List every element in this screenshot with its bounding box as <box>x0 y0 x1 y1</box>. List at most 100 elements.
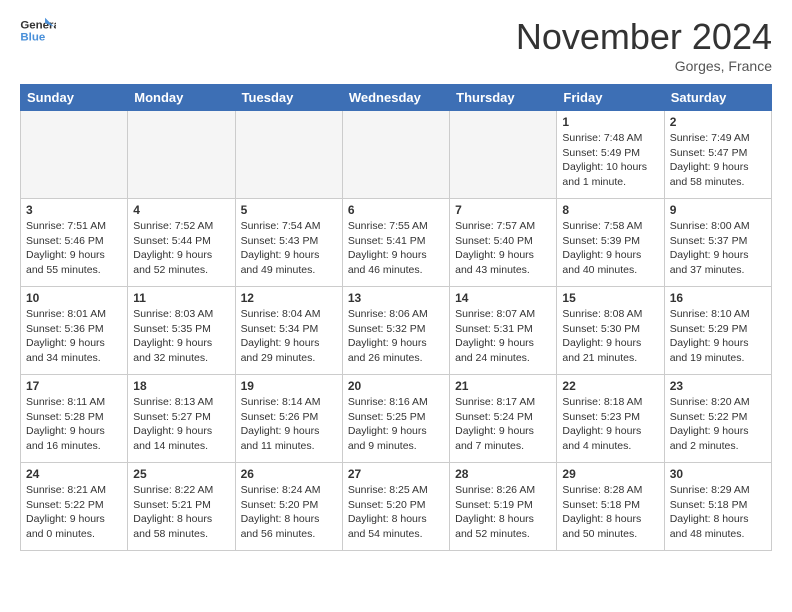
day-detail: Sunrise: 8:22 AM Sunset: 5:21 PM Dayligh… <box>133 483 229 542</box>
calendar-day-cell: 10 Sunrise: 8:01 AM Sunset: 5:36 PM Dayli… <box>21 287 128 375</box>
calendar-day-cell: 12 Sunrise: 8:04 AM Sunset: 5:34 PM Dayli… <box>235 287 342 375</box>
day-number: 17 <box>26 379 122 393</box>
logo: General Blue <box>20 16 56 46</box>
calendar-day-header: Wednesday <box>342 85 449 111</box>
day-detail: Sunrise: 8:20 AM Sunset: 5:22 PM Dayligh… <box>670 395 766 454</box>
calendar-day-cell: 20Sunrise: 8:16 AM Sunset: 5:25 PM Dayli… <box>342 375 449 463</box>
calendar-day-cell: 21 Sunrise: 8:17 AM Sunset: 5:24 PM Dayli… <box>450 375 557 463</box>
day-detail: Sunrise: 8:03 AM Sunset: 5:35 PM Dayligh… <box>133 307 229 366</box>
day-detail: Sunrise: 7:57 AM Sunset: 5:40 PM Dayligh… <box>455 219 551 278</box>
calendar-day-cell: 4 Sunrise: 7:52 AM Sunset: 5:44 PM Daylig… <box>128 199 235 287</box>
day-detail: Sunrise: 8:11 AM Sunset: 5:28 PM Dayligh… <box>26 395 122 454</box>
day-number: 12 <box>241 291 337 305</box>
day-detail: Sunrise: 8:17 AM Sunset: 5:24 PM Dayligh… <box>455 395 551 454</box>
day-number: 30 <box>670 467 766 481</box>
calendar-day-header: Friday <box>557 85 664 111</box>
day-detail: Sunrise: 8:28 AM Sunset: 5:18 PM Dayligh… <box>562 483 658 542</box>
calendar-day-cell: 9Sunrise: 8:00 AM Sunset: 5:37 PM Daylig… <box>664 199 771 287</box>
day-detail: Sunrise: 8:26 AM Sunset: 5:19 PM Dayligh… <box>455 483 551 542</box>
calendar-day-cell: 30 Sunrise: 8:29 AM Sunset: 5:18 PM Dayli… <box>664 463 771 551</box>
day-number: 10 <box>26 291 122 305</box>
day-number: 16 <box>670 291 766 305</box>
calendar-day-cell: 7 Sunrise: 7:57 AM Sunset: 5:40 PM Daylig… <box>450 199 557 287</box>
header: General Blue November 2024 Gorges, Franc… <box>20 16 772 74</box>
calendar-week-row: 1 Sunrise: 7:48 AM Sunset: 5:49 PM Daylig… <box>21 111 772 199</box>
day-detail: Sunrise: 8:14 AM Sunset: 5:26 PM Dayligh… <box>241 395 337 454</box>
calendar-day-cell: 27Sunrise: 8:25 AM Sunset: 5:20 PM Dayli… <box>342 463 449 551</box>
calendar-day-cell <box>450 111 557 199</box>
calendar-day-cell: 3Sunrise: 7:51 AM Sunset: 5:46 PM Daylig… <box>21 199 128 287</box>
day-number: 3 <box>26 203 122 217</box>
calendar-week-row: 24 Sunrise: 8:21 AM Sunset: 5:22 PM Dayli… <box>21 463 772 551</box>
calendar-day-cell: 11 Sunrise: 8:03 AM Sunset: 5:35 PM Dayli… <box>128 287 235 375</box>
calendar-day-cell: 17 Sunrise: 8:11 AM Sunset: 5:28 PM Dayli… <box>21 375 128 463</box>
day-number: 18 <box>133 379 229 393</box>
calendar-day-cell: 25 Sunrise: 8:22 AM Sunset: 5:21 PM Dayli… <box>128 463 235 551</box>
day-number: 1 <box>562 115 658 129</box>
title-section: November 2024 Gorges, France <box>516 16 772 74</box>
calendar-day-cell: 1 Sunrise: 7:48 AM Sunset: 5:49 PM Daylig… <box>557 111 664 199</box>
day-number: 29 <box>562 467 658 481</box>
svg-text:General: General <box>20 19 56 31</box>
logo-icon: General Blue <box>20 16 56 46</box>
calendar-day-header: Sunday <box>21 85 128 111</box>
day-number: 7 <box>455 203 551 217</box>
day-number: 23 <box>670 379 766 393</box>
day-number: 25 <box>133 467 229 481</box>
location: Gorges, France <box>516 58 772 74</box>
calendar-day-cell: 24 Sunrise: 8:21 AM Sunset: 5:22 PM Dayli… <box>21 463 128 551</box>
calendar-day-cell <box>235 111 342 199</box>
day-detail: Sunrise: 8:01 AM Sunset: 5:36 PM Dayligh… <box>26 307 122 366</box>
day-number: 5 <box>241 203 337 217</box>
calendar-day-cell <box>21 111 128 199</box>
day-detail: Sunrise: 8:10 AM Sunset: 5:29 PM Dayligh… <box>670 307 766 366</box>
day-detail: Sunrise: 7:48 AM Sunset: 5:49 PM Dayligh… <box>562 131 658 190</box>
day-detail: Sunrise: 8:21 AM Sunset: 5:22 PM Dayligh… <box>26 483 122 542</box>
day-detail: Sunrise: 7:58 AM Sunset: 5:39 PM Dayligh… <box>562 219 658 278</box>
day-number: 24 <box>26 467 122 481</box>
calendar-day-cell: 29 Sunrise: 8:28 AM Sunset: 5:18 PM Dayli… <box>557 463 664 551</box>
day-number: 15 <box>562 291 658 305</box>
day-number: 14 <box>455 291 551 305</box>
day-number: 28 <box>455 467 551 481</box>
calendar-day-header: Saturday <box>664 85 771 111</box>
day-number: 26 <box>241 467 337 481</box>
day-detail: Sunrise: 7:52 AM Sunset: 5:44 PM Dayligh… <box>133 219 229 278</box>
calendar-day-cell: 2Sunrise: 7:49 AM Sunset: 5:47 PM Daylig… <box>664 111 771 199</box>
day-number: 27 <box>348 467 444 481</box>
day-detail: Sunrise: 8:13 AM Sunset: 5:27 PM Dayligh… <box>133 395 229 454</box>
day-detail: Sunrise: 8:16 AM Sunset: 5:25 PM Dayligh… <box>348 395 444 454</box>
calendar-day-cell: 28 Sunrise: 8:26 AM Sunset: 5:19 PM Dayli… <box>450 463 557 551</box>
month-title: November 2024 <box>516 16 772 58</box>
day-detail: Sunrise: 8:07 AM Sunset: 5:31 PM Dayligh… <box>455 307 551 366</box>
calendar-day-cell: 5 Sunrise: 7:54 AM Sunset: 5:43 PM Daylig… <box>235 199 342 287</box>
day-number: 21 <box>455 379 551 393</box>
day-number: 8 <box>562 203 658 217</box>
day-detail: Sunrise: 8:18 AM Sunset: 5:23 PM Dayligh… <box>562 395 658 454</box>
calendar-week-row: 17 Sunrise: 8:11 AM Sunset: 5:28 PM Dayli… <box>21 375 772 463</box>
calendar-day-cell: 26Sunrise: 8:24 AM Sunset: 5:20 PM Dayli… <box>235 463 342 551</box>
day-number: 19 <box>241 379 337 393</box>
day-detail: Sunrise: 8:08 AM Sunset: 5:30 PM Dayligh… <box>562 307 658 366</box>
day-detail: Sunrise: 8:29 AM Sunset: 5:18 PM Dayligh… <box>670 483 766 542</box>
calendar-header-row: SundayMondayTuesdayWednesdayThursdayFrid… <box>21 85 772 111</box>
calendar-day-cell: 6 Sunrise: 7:55 AM Sunset: 5:41 PM Daylig… <box>342 199 449 287</box>
calendar-day-cell: 14 Sunrise: 8:07 AM Sunset: 5:31 PM Dayli… <box>450 287 557 375</box>
day-detail: Sunrise: 8:04 AM Sunset: 5:34 PM Dayligh… <box>241 307 337 366</box>
day-detail: Sunrise: 7:54 AM Sunset: 5:43 PM Dayligh… <box>241 219 337 278</box>
calendar-day-header: Tuesday <box>235 85 342 111</box>
day-number: 13 <box>348 291 444 305</box>
svg-text:Blue: Blue <box>20 32 45 44</box>
day-detail: Sunrise: 7:55 AM Sunset: 5:41 PM Dayligh… <box>348 219 444 278</box>
calendar-day-cell: 19 Sunrise: 8:14 AM Sunset: 5:26 PM Dayli… <box>235 375 342 463</box>
day-detail: Sunrise: 7:49 AM Sunset: 5:47 PM Dayligh… <box>670 131 766 190</box>
page-container: General Blue November 2024 Gorges, Franc… <box>0 0 792 567</box>
calendar-week-row: 10 Sunrise: 8:01 AM Sunset: 5:36 PM Dayli… <box>21 287 772 375</box>
calendar-day-cell: 16 Sunrise: 8:10 AM Sunset: 5:29 PM Dayli… <box>664 287 771 375</box>
day-number: 6 <box>348 203 444 217</box>
calendar-table: SundayMondayTuesdayWednesdayThursdayFrid… <box>20 84 772 551</box>
calendar-day-cell: 23 Sunrise: 8:20 AM Sunset: 5:22 PM Dayli… <box>664 375 771 463</box>
day-number: 11 <box>133 291 229 305</box>
calendar-day-cell: 15 Sunrise: 8:08 AM Sunset: 5:30 PM Dayli… <box>557 287 664 375</box>
day-number: 4 <box>133 203 229 217</box>
